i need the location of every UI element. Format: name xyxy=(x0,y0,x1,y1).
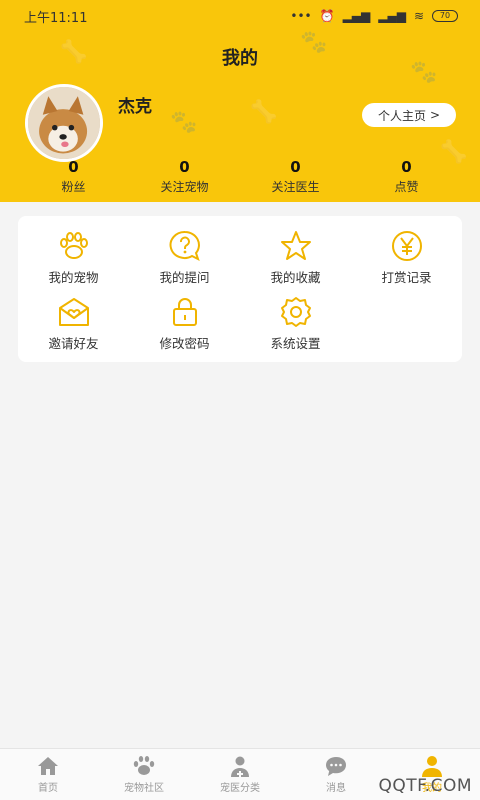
menu-label: 系统设置 xyxy=(270,336,321,351)
paw-icon xyxy=(59,232,88,259)
menu-label: 我的收藏 xyxy=(270,270,321,285)
alarm-icon: ⏰ xyxy=(319,9,335,23)
username: 杰克 xyxy=(118,97,152,117)
tab-label: 首页 xyxy=(38,783,58,794)
status-bar: 上午11:11 ••• ⏰ ▂▄▆ ▂▄▆ ≋ 70 xyxy=(0,0,480,32)
status-time: 上午11:11 xyxy=(24,10,88,26)
avatar[interactable] xyxy=(25,84,103,162)
personal-homepage-button[interactable]: 个人主页 > xyxy=(362,103,456,127)
menu-my-pets[interactable]: 我的宠物 xyxy=(18,228,129,294)
stat-following-doctors[interactable]: 0 关注医生 xyxy=(240,158,351,195)
lock-icon xyxy=(172,298,197,326)
dog-avatar-image xyxy=(28,87,100,159)
stat-following-pets[interactable]: 0 关注宠物 xyxy=(129,158,240,195)
doctor-icon xyxy=(231,756,249,777)
chat-bubble-icon xyxy=(326,757,346,776)
menu-card: 我的宠物 我的提问 我的收藏 打赏记录 邀请好友 修改密码 系统设置 xyxy=(18,216,462,362)
stat-label: 粉丝 xyxy=(61,180,86,194)
homepage-button-label: 个人主页 xyxy=(377,108,426,123)
stat-value: 0 xyxy=(179,158,190,176)
envelope-heart-icon xyxy=(58,298,89,326)
more-dots-icon: ••• xyxy=(290,9,312,23)
menu-my-favorites[interactable]: 我的收藏 xyxy=(240,228,351,294)
signal-icon: ▂▄▆ xyxy=(342,9,371,23)
user-icon xyxy=(422,756,442,777)
tab-pet-community[interactable]: 宠物社区 xyxy=(96,749,192,800)
bone-pattern-icon: 🦴 xyxy=(250,100,278,125)
battery-icon: 70 xyxy=(432,10,458,22)
gear-icon xyxy=(280,297,311,327)
yen-coin-icon xyxy=(391,231,422,261)
stat-label: 点赞 xyxy=(394,180,419,194)
profile-header: 🦴 🐾 🐾 🐾 🦴 🦴 上午11:11 ••• ⏰ ▂▄▆ ▂▄▆ ≋ 70 我… xyxy=(0,0,480,202)
tab-vet-categories[interactable]: 宠医分类 xyxy=(192,749,288,800)
menu-label: 打赏记录 xyxy=(381,270,432,285)
profile-stats: 0 粉丝 0 关注宠物 0 关注医生 0 点赞 xyxy=(18,158,462,195)
stat-value: 0 xyxy=(68,158,79,176)
menu-label: 修改密码 xyxy=(159,336,210,351)
signal-icon: ▂▄▆ xyxy=(378,9,406,23)
menu-reward-records[interactable]: 打赏记录 xyxy=(351,228,462,294)
menu-label: 我的宠物 xyxy=(48,270,99,285)
stat-value: 0 xyxy=(401,158,412,176)
stat-likes[interactable]: 0 点赞 xyxy=(351,158,462,195)
stat-value: 0 xyxy=(290,158,301,176)
wifi-icon: ≋ xyxy=(413,9,424,23)
paw-pattern-icon: 🐾 xyxy=(170,110,198,135)
chevron-right-icon: > xyxy=(429,108,441,122)
watermark: QQTF.COM xyxy=(378,776,472,796)
stat-followers[interactable]: 0 粉丝 xyxy=(18,158,129,195)
stat-label: 关注宠物 xyxy=(160,180,209,194)
menu-my-questions[interactable]: 我的提问 xyxy=(129,228,240,294)
tab-home[interactable]: 首页 xyxy=(0,749,96,800)
tab-label: 消息 xyxy=(326,783,346,794)
stat-label: 关注医生 xyxy=(271,180,320,194)
menu-system-settings[interactable]: 系统设置 xyxy=(240,294,351,360)
menu-label: 我的提问 xyxy=(159,270,210,285)
menu-change-password[interactable]: 修改密码 xyxy=(129,294,240,360)
paw-icon xyxy=(133,756,155,775)
home-icon xyxy=(38,757,58,775)
tab-label: 宠医分类 xyxy=(220,783,260,794)
menu-invite-friends[interactable]: 邀请好友 xyxy=(18,294,129,360)
tab-label: 宠物社区 xyxy=(124,783,164,794)
star-icon xyxy=(280,231,311,260)
tab-messages[interactable]: 消息 xyxy=(288,749,384,800)
page-title: 我的 xyxy=(222,48,258,69)
question-bubble-icon xyxy=(169,230,200,261)
menu-label: 邀请好友 xyxy=(48,336,99,351)
